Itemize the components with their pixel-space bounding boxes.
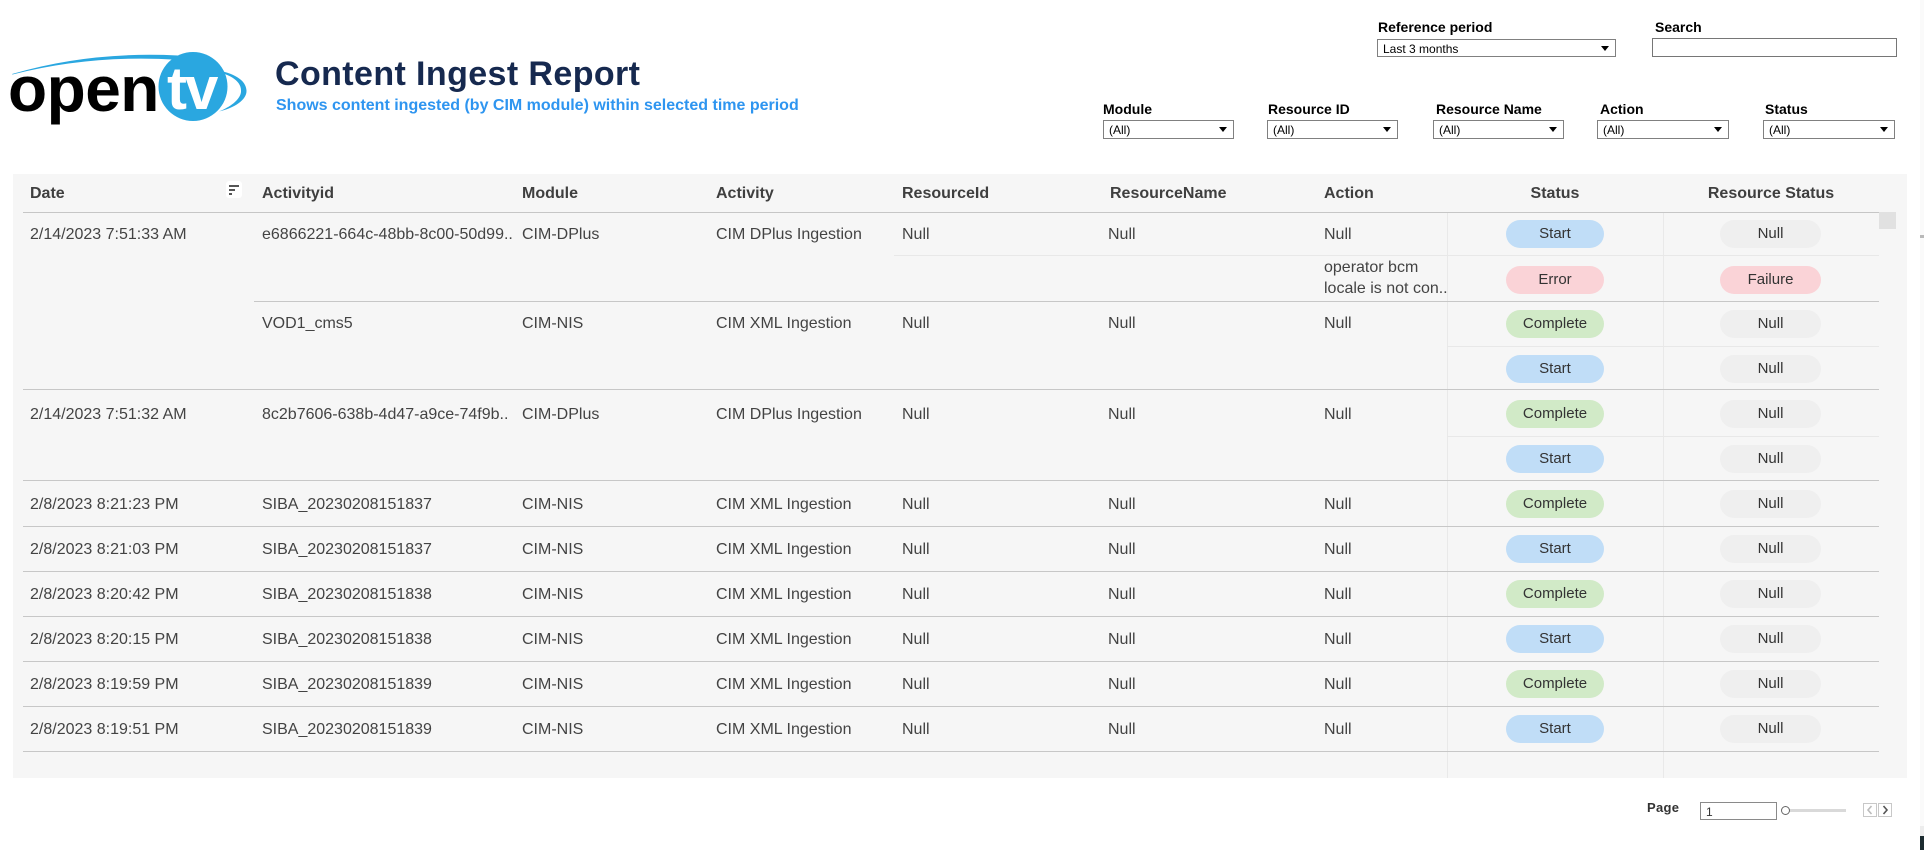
svg-text:open: open (8, 53, 159, 125)
svg-text:tv: tv (167, 55, 219, 122)
